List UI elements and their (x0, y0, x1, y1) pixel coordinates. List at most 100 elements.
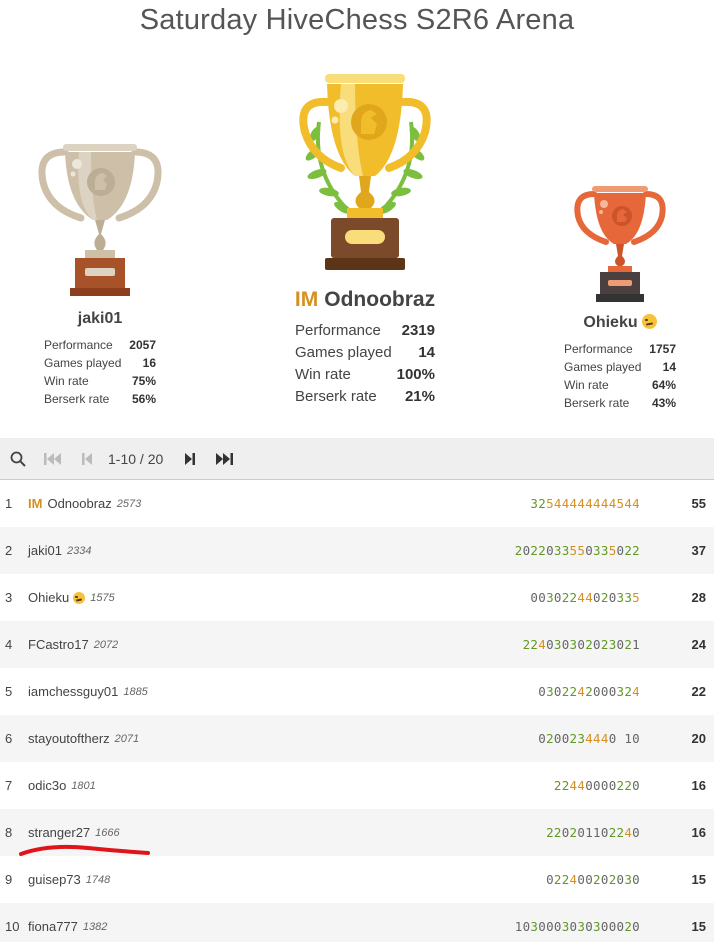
player-name[interactable]: jaki01 (28, 543, 62, 558)
total-score: 37 (691, 543, 706, 558)
player-cell: stranger27 1666 (28, 825, 328, 840)
rank: 9 (5, 872, 13, 887)
prev-page-button[interactable] (70, 438, 104, 480)
search-button[interactable] (0, 438, 36, 480)
total-score: 28 (691, 590, 706, 605)
player-rating: 2573 (116, 497, 142, 510)
score-sheet: 1030003030300020 (514, 919, 640, 934)
standings-row[interactable]: 5 iamchessguy01 1885 0302242000324 22 (0, 668, 714, 715)
standings-row[interactable]: 1 IM Odnoobraz 2573 32544444444544 55 (0, 480, 714, 527)
prev-page-icon (82, 452, 92, 465)
rank: 1 (5, 496, 13, 511)
rank: 3 (5, 590, 13, 605)
standings-row[interactable]: 3 Ohieku 1575 00302244020335 28 (0, 574, 714, 621)
score-sheet: 00302244020335 (530, 590, 640, 605)
score-sheet: 22440000220 (553, 778, 640, 793)
total-score: 15 (691, 919, 706, 934)
first-page-icon (44, 452, 61, 465)
score-sheet: 2022033550335022 (514, 543, 640, 558)
search-icon (10, 451, 26, 467)
first-page-button[interactable] (36, 438, 70, 480)
podium-third: Ohieku Performance 1757 Games played 14 Wi… (540, 182, 700, 412)
total-score: 16 (691, 825, 706, 840)
player-name[interactable]: Odnoobraz (47, 496, 111, 511)
total-score: 55 (691, 496, 706, 511)
player-cell: Ohieku 1575 (28, 590, 328, 605)
score-sheet: 022400202030 (546, 872, 640, 887)
last-page-icon (216, 452, 234, 465)
standings-row[interactable]: 10 fiona777 1382 1030003030300020 15 (0, 903, 714, 942)
total-score: 20 (691, 731, 706, 746)
second-place-name[interactable]: jaki01 (20, 310, 180, 328)
score-sheet: 32544444444544 (530, 496, 640, 511)
smirk-emoji-icon (641, 314, 657, 329)
player-name[interactable]: FCastro17 (28, 637, 89, 652)
player-rating: 1748 (85, 873, 111, 886)
last-page-button[interactable] (207, 438, 241, 480)
player-cell: odic3o 1801 (28, 778, 328, 793)
player-name[interactable]: odic3o (28, 778, 66, 793)
standings-pager: 1-10 / 20 (0, 438, 714, 480)
tournament-title: Saturday HiveChess S2R6 Arena (139, 4, 575, 36)
score-sheet: 0200234440 10 (538, 731, 640, 746)
total-score: 16 (691, 778, 706, 793)
page-info: 1-10 / 20 (108, 450, 164, 467)
rank: 2 (5, 543, 13, 558)
player-name[interactable]: Ohieku (28, 590, 69, 605)
podium-first: IM Odnoobraz Performance 2319 Games played… (255, 72, 475, 408)
player-cell: stayoutoftherz 2071 (28, 731, 328, 746)
next-page-icon (185, 452, 196, 465)
title-badge: IM (28, 496, 43, 511)
player-cell: IM Odnoobraz 2573 (28, 496, 328, 511)
player-cell: iamchessguy01 1885 (28, 684, 328, 699)
gold-trophy-icon (299, 74, 431, 270)
player-cell: guisep73 1748 (28, 872, 328, 887)
player-name[interactable]: stranger27 (28, 825, 90, 840)
player-rating: 2072 (93, 638, 119, 651)
standings-row[interactable]: 2 jaki01 2334 2022033550335022 37 (0, 527, 714, 574)
player-rating: 2334 (66, 544, 92, 557)
standings-row[interactable]: 6 stayoutoftherz 2071 0200234440 10 20 (0, 715, 714, 762)
player-rating: 1382 (82, 920, 108, 933)
player-name[interactable]: iamchessguy01 (28, 684, 118, 699)
total-score: 22 (691, 684, 706, 699)
player-rating: 1666 (95, 826, 120, 839)
third-place-stats: Performance 1757 Games played 14 Win rate 6… (564, 342, 676, 410)
second-place-stats: Performance 2057 Games played 16 Win rate 7… (44, 338, 156, 406)
score-sheet: 0302242000324 (538, 684, 640, 699)
player-rating: 2071 (114, 732, 140, 745)
next-page-button[interactable] (173, 438, 207, 480)
player-rating: 1575 (90, 591, 115, 604)
rank: 8 (5, 825, 13, 840)
rank: 7 (5, 778, 13, 793)
player-rating: 1801 (71, 779, 96, 792)
player-rating: 1885 (123, 685, 148, 698)
smirk-emoji-icon (73, 591, 86, 604)
player-cell: jaki01 2334 (28, 543, 328, 558)
standings-table: 1 IM Odnoobraz 2573 32544444444544 55 2 jaki01 2… (0, 480, 714, 942)
rank: 6 (5, 731, 13, 746)
player-name[interactable]: fiona777 (28, 919, 78, 934)
rank: 10 (5, 919, 20, 934)
player-name[interactable]: stayoutoftherz (28, 731, 110, 746)
total-score: 24 (691, 637, 706, 652)
rank: 4 (5, 637, 13, 652)
standings-row[interactable]: 7 odic3o 1801 22440000220 16 (0, 762, 714, 809)
bronze-trophy-icon (574, 186, 666, 302)
podium-second: jaki01 Performance 2057 Games played 16 Wi… (20, 138, 180, 408)
silver-trophy-icon (38, 144, 162, 296)
total-score: 15 (691, 872, 706, 887)
player-cell: FCastro17 2072 (28, 637, 328, 652)
standings-row[interactable]: 4 FCastro17 2072 224030302023021 24 (0, 621, 714, 668)
score-sheet: 220201102240 (546, 825, 640, 840)
first-place-name[interactable]: IM Odnoobraz (255, 288, 475, 312)
title-badge: IM (294, 288, 319, 311)
red-underline-annotation (19, 844, 150, 856)
podium: jaki01 Performance 2057 Games played 16 Wi… (0, 60, 714, 436)
player-cell: fiona777 1382 (28, 919, 328, 934)
player-name[interactable]: guisep73 (28, 872, 81, 887)
third-place-name[interactable]: Ohieku (540, 314, 700, 332)
rank: 5 (5, 684, 13, 699)
standings-row[interactable]: 9 guisep73 1748 022400202030 15 (0, 856, 714, 903)
score-sheet: 224030302023021 (522, 637, 640, 652)
